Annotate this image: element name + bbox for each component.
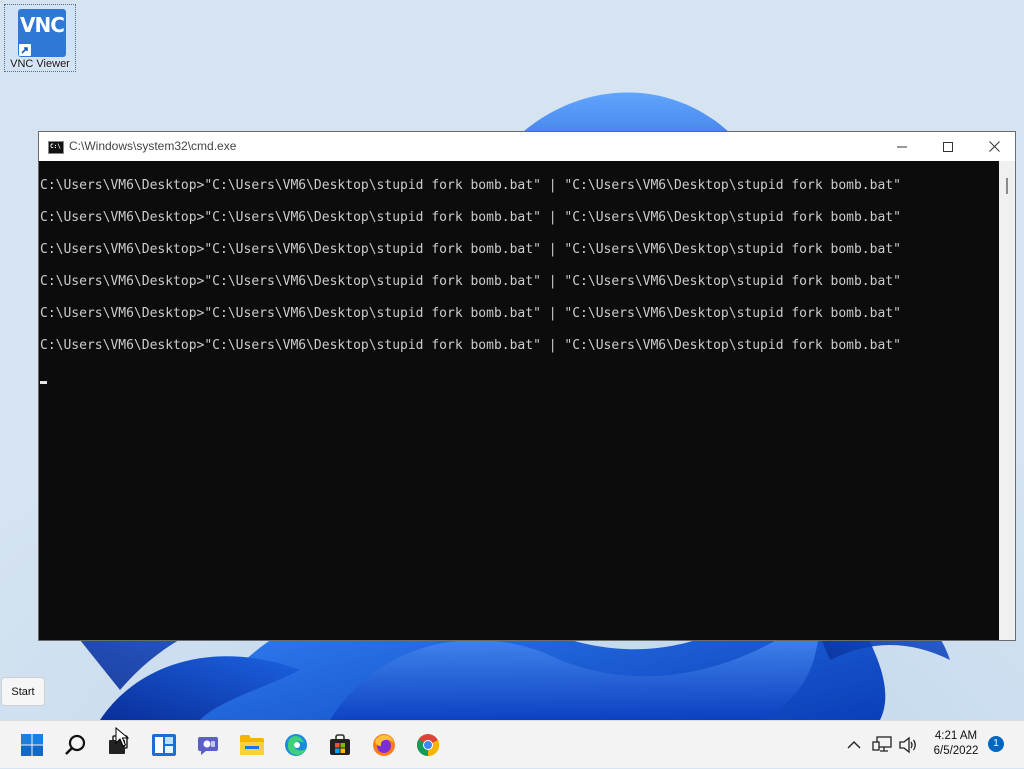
chrome-icon xyxy=(417,734,440,757)
taskbar-clock[interactable]: 4:21 AM 6/5/2022 xyxy=(924,729,988,759)
console-line: C:\Users\VM6\Desktop>"C:\Users\VM6\Deskt… xyxy=(40,178,901,193)
scrollbar-thumb[interactable] xyxy=(1006,178,1008,194)
file-explorer-icon xyxy=(240,735,264,755)
search-icon xyxy=(65,734,86,755)
edge-icon xyxy=(285,734,307,756)
console-line: C:\Users\VM6\Desktop>"C:\Users\VM6\Deskt… xyxy=(40,338,901,353)
maximize-button[interactable] xyxy=(925,132,971,161)
text-cursor xyxy=(40,381,47,384)
teams-chat-button[interactable] xyxy=(188,725,228,765)
chrome-button[interactable] xyxy=(408,725,448,765)
file-explorer-button[interactable] xyxy=(232,725,272,765)
start-icon xyxy=(21,734,43,756)
vnc-viewer-icon: VNC xyxy=(18,9,66,57)
widgets-button[interactable] xyxy=(144,725,184,765)
close-button[interactable] xyxy=(971,132,1017,161)
window-titlebar[interactable]: C:\ C:\Windows\system32\cmd.exe xyxy=(39,132,1015,161)
volume-button[interactable] xyxy=(896,721,920,769)
console-output[interactable]: C:\Users\VM6\Desktop>"C:\Users\VM6\Deskt… xyxy=(39,161,999,640)
start-tooltip: Start xyxy=(1,677,45,706)
cmd-window[interactable]: C:\ C:\Windows\system32\cmd.exe C:\Users… xyxy=(38,131,1016,641)
widgets-icon xyxy=(152,734,176,756)
mouse-cursor-icon xyxy=(115,727,129,747)
shortcut-arrow-icon xyxy=(19,44,31,56)
chevron-up-icon xyxy=(847,741,861,749)
show-hidden-icons-button[interactable] xyxy=(842,721,866,769)
taskbar: 4:21 AM 6/5/2022 xyxy=(0,720,1024,768)
desktop-icon-label: VNC Viewer xyxy=(10,58,70,70)
clock-time: 4:21 AM xyxy=(934,730,978,742)
maximize-icon xyxy=(943,141,953,152)
store-button[interactable] xyxy=(320,725,360,765)
start-button[interactable] xyxy=(12,725,52,765)
cmd-app-icon: C:\ xyxy=(48,141,64,154)
store-icon xyxy=(330,734,350,755)
clock-date: 6/5/2022 xyxy=(933,745,979,757)
vertical-scrollbar[interactable] xyxy=(999,161,1015,640)
firefox-icon xyxy=(373,734,395,756)
notification-badge[interactable]: 1 xyxy=(988,736,1004,752)
close-icon xyxy=(988,141,1000,152)
vnc-logo-text: VNC xyxy=(20,13,65,37)
teams-chat-icon xyxy=(198,737,218,755)
minimize-button[interactable] xyxy=(879,132,925,161)
desktop-icon-vnc-viewer[interactable]: VNC VNC Viewer xyxy=(4,4,76,72)
firefox-button[interactable] xyxy=(364,725,404,765)
network-icon xyxy=(872,736,892,752)
console-line: C:\Users\VM6\Desktop>"C:\Users\VM6\Deskt… xyxy=(40,242,901,257)
window-title: C:\Windows\system32\cmd.exe xyxy=(69,139,237,153)
console-line: C:\Users\VM6\Desktop>"C:\Users\VM6\Deskt… xyxy=(40,210,901,225)
minimize-icon xyxy=(897,146,907,147)
network-button[interactable] xyxy=(870,721,894,769)
edge-button[interactable] xyxy=(276,725,316,765)
console-line: C:\Users\VM6\Desktop>"C:\Users\VM6\Deskt… xyxy=(40,274,901,289)
search-button[interactable] xyxy=(56,725,96,765)
console-line: C:\Users\VM6\Desktop>"C:\Users\VM6\Deskt… xyxy=(40,306,901,321)
volume-icon xyxy=(899,736,916,754)
